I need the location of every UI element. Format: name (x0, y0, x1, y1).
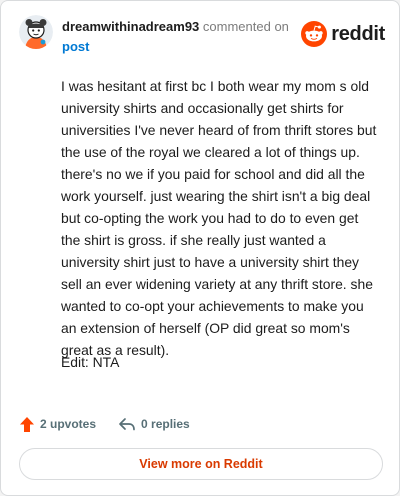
comment-edit-note: Edit: NTA (61, 354, 120, 370)
comment-meta: dreamwithinadream93 commented on post (62, 17, 292, 57)
upvote-arrow-icon (20, 416, 34, 432)
upvote-count: 2 upvotes (40, 417, 97, 431)
commented-on-text: commented on (202, 19, 289, 34)
avatar[interactable] (19, 15, 53, 49)
reddit-logo[interactable]: reddit (301, 21, 385, 47)
comment-actions: 2 upvotes 0 replies (19, 413, 190, 435)
reply-arrow-icon (119, 418, 135, 431)
username-link[interactable]: dreamwithinadream93 (62, 19, 199, 34)
replies-button[interactable]: 0 replies (118, 416, 190, 432)
avatar-image (19, 15, 53, 49)
comment-body: I was hesitant at first bc I both wear m… (61, 78, 377, 358)
reddit-wordmark: reddit (331, 22, 385, 45)
post-link[interactable]: post (62, 37, 292, 57)
reddit-snoo-icon (301, 21, 328, 47)
comment-card: dreamwithinadream93 commented on post re… (0, 0, 400, 496)
reply-count: 0 replies (141, 417, 190, 431)
view-more-on-reddit-button[interactable]: View more on Reddit (19, 448, 383, 480)
comment-header: dreamwithinadream93 commented on post re… (19, 15, 385, 55)
upvote-button[interactable]: 2 upvotes (19, 416, 96, 433)
